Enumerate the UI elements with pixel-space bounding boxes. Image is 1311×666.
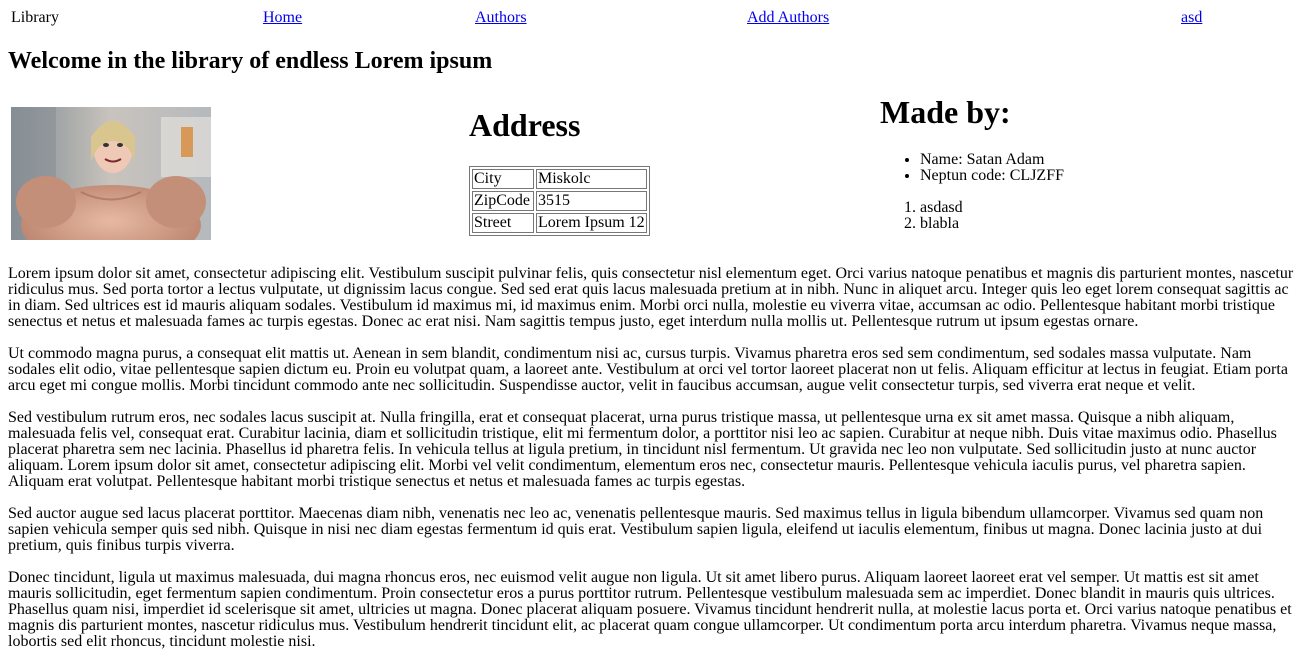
paragraph: Sed auctor augue sed lacus placerat port… <box>8 505 1264 554</box>
address-value: Miskolc <box>536 169 647 189</box>
table-row: ZipCode 3515 <box>472 191 647 211</box>
list-item: asdasd <box>920 200 963 216</box>
table-row: Street Lorem Ipsum 12 <box>472 213 647 233</box>
table-row: City Miskolc <box>472 169 647 189</box>
made-by-numbered-list: asdasd blabla <box>880 200 963 232</box>
address-value: 3515 <box>536 191 647 211</box>
nav-link-add-authors[interactable]: Add Authors <box>747 10 829 26</box>
library-photo <box>11 107 211 240</box>
nav-link-asd[interactable]: asd <box>1181 10 1202 26</box>
address-value: Lorem Ipsum 12 <box>536 213 647 233</box>
address-key: ZipCode <box>472 191 534 211</box>
photo-image <box>11 107 211 240</box>
address-table: City Miskolc ZipCode 3515 Street Lorem I… <box>469 166 650 236</box>
list-item: Name: Satan Adam <box>920 152 1064 168</box>
paragraph: Ut commodo magna purus, a consequat elit… <box>8 345 1288 394</box>
made-by-bullet-list: Name: Satan Adam Neptun code: CLJZFF <box>880 152 1064 184</box>
page-title: Welcome in the library of endless Lorem … <box>8 48 493 74</box>
address-title: Address <box>469 107 581 143</box>
list-item: blabla <box>920 216 963 232</box>
top-navigation: Library Home Authors Add Authors asd <box>0 0 1311 36</box>
paragraph: Sed vestibulum rutrum eros, nec sodales … <box>8 409 1277 490</box>
paragraph: Donec tincidunt, ligula ut maximus males… <box>8 569 1292 650</box>
paragraph: Lorem ipsum dolor sit amet, consectetur … <box>8 265 1294 330</box>
nav-link-home[interactable]: Home <box>263 10 302 26</box>
list-item: Neptun code: CLJZFF <box>920 168 1064 184</box>
address-key: Street <box>472 213 534 233</box>
nav-brand: Library <box>11 9 59 26</box>
address-key: City <box>472 169 534 189</box>
content-body: Lorem ipsum dolor sit amet, consectetur … <box>8 266 1298 666</box>
made-by-title: Made by: <box>880 94 1011 130</box>
nav-link-authors[interactable]: Authors <box>475 10 527 26</box>
